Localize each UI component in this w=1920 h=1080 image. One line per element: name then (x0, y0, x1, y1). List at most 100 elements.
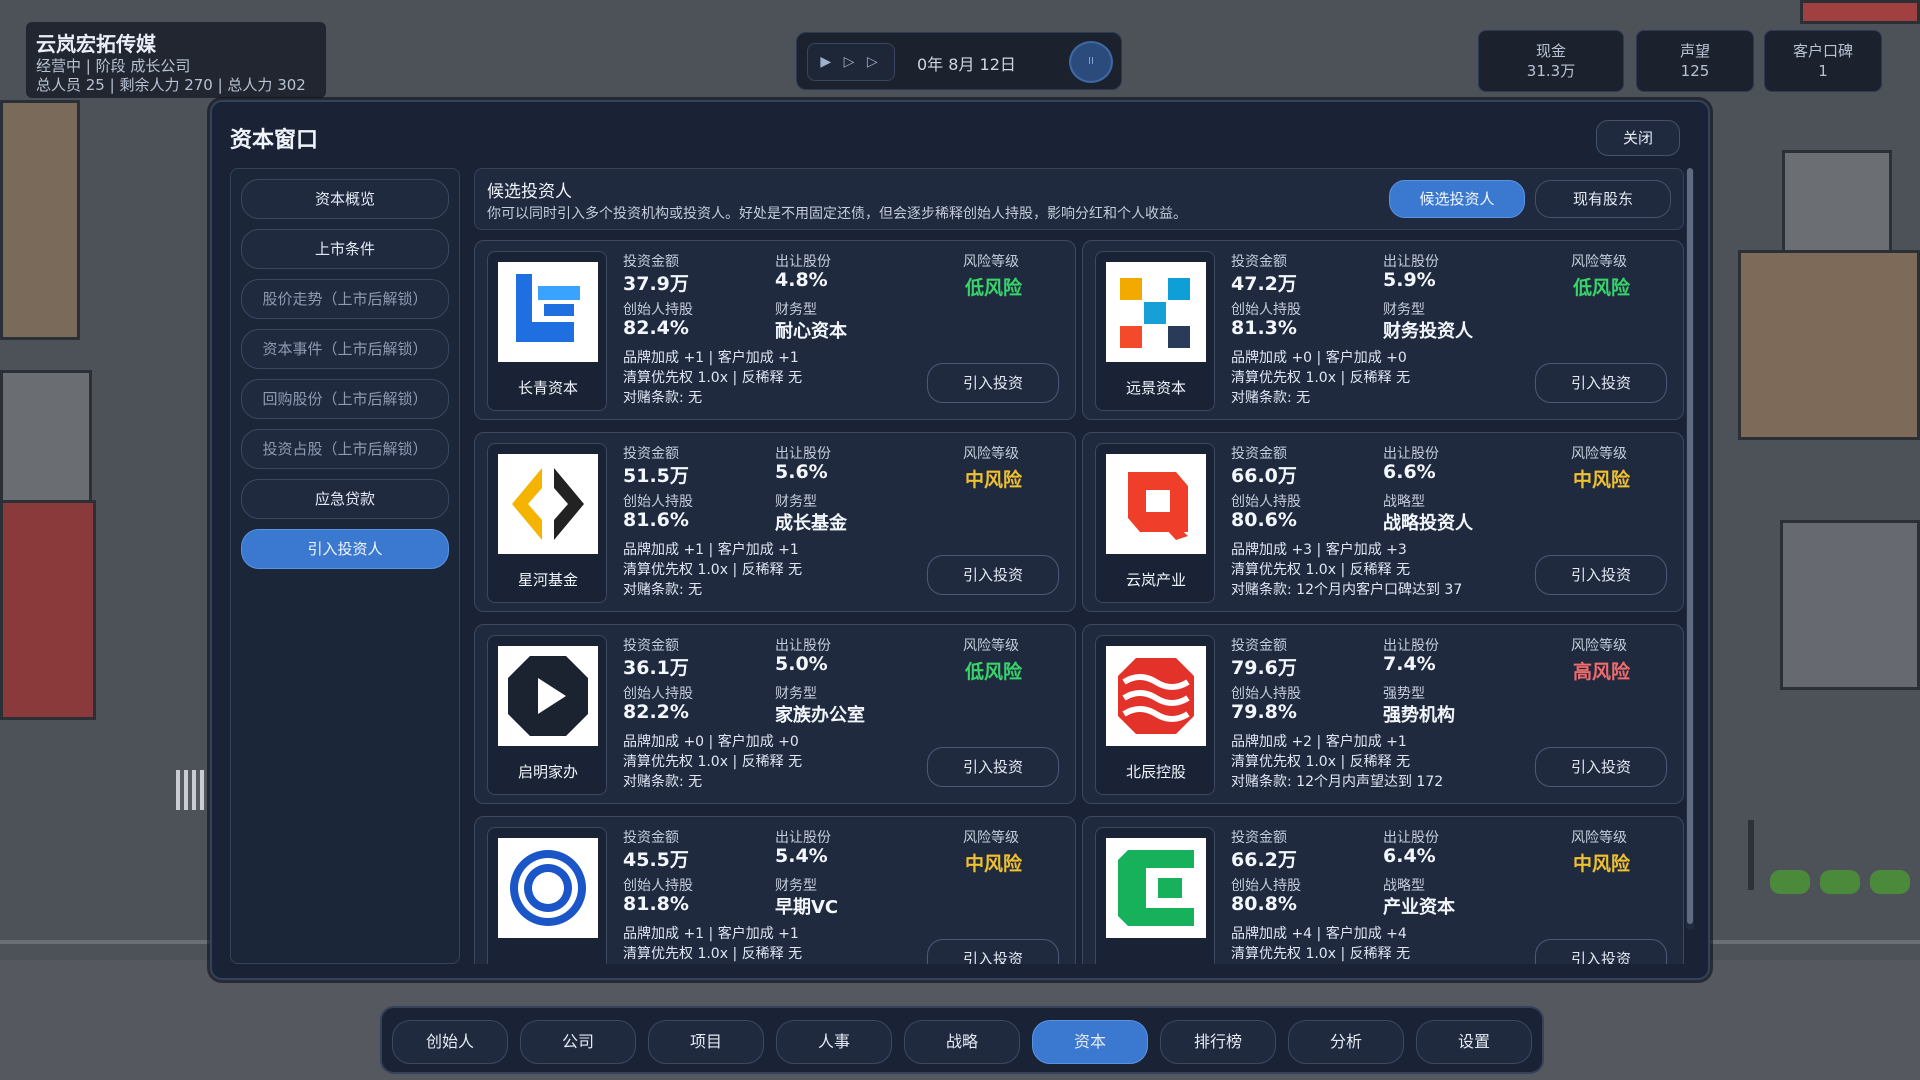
share-value: 6.4% (1383, 845, 1436, 867)
sidebar-item-stock-trend[interactable]: 股价走势（上市后解锁） (241, 279, 449, 319)
cash-value: 31.3万 (1526, 62, 1576, 80)
bonus-line: 品牌加成 +1 | 客户加成 +1 (623, 350, 799, 366)
sidebar-item-equity-investment[interactable]: 投资占股（上市后解锁） (241, 429, 449, 469)
bring-investment-button[interactable]: 引入投资 (1535, 939, 1667, 964)
building-left-3 (0, 500, 96, 720)
risk-badge: 中风险 (965, 853, 1023, 875)
terms-line: 清算优先权 1.0x | 反稀释 无 (1231, 562, 1411, 578)
bush (1870, 870, 1910, 894)
investor-card: 启明家办 投资金额 36.1万 出让股份 5.0% 风险等级 低风险 创始人持股 82.2% 财务… (474, 624, 1076, 804)
sidebar-item-bring-investor[interactable]: 引入投资人 (241, 529, 449, 569)
tab-current-shareholders[interactable]: 现有股东 (1535, 180, 1671, 218)
investor-type-label: 财务型 (775, 302, 817, 318)
risk-badge: 中风险 (1573, 853, 1631, 875)
investor-type-label: 财务型 (775, 494, 817, 510)
investor-name: 北辰控股 (1125, 763, 1186, 781)
share-value: 5.0% (775, 653, 828, 675)
red-square-logo (1106, 454, 1206, 554)
scrollbar-thumb[interactable] (1687, 168, 1693, 924)
sidebar-item-capital-overview[interactable]: 资本概览 (241, 179, 449, 219)
share-label: 出让股份 (1383, 830, 1439, 846)
investment-amount: 51.5万 (623, 465, 689, 487)
bonus-line: 品牌加成 +2 | 客户加成 +1 (1231, 734, 1407, 750)
game-date: 0年 8月 12日 (917, 55, 1016, 74)
founder-label: 创始人持股 (623, 686, 693, 702)
vam-line: 对赌条款: 无 (1231, 390, 1311, 406)
sidebar-item-listing-conditions[interactable]: 上市条件 (241, 229, 449, 269)
nav-analysis[interactable]: 分析 (1288, 1020, 1404, 1064)
share-value: 5.6% (775, 461, 828, 483)
bring-investment-button[interactable]: 引入投资 (1535, 555, 1667, 595)
panel-header: 候选投资人 你可以同时引入多个投资机构或投资人。好处是不用固定还债，但会逐步稀释… (474, 168, 1684, 230)
share-value: 5.4% (775, 845, 828, 867)
nav-strategy[interactable]: 战略 (904, 1020, 1020, 1064)
game-speed-button[interactable]: ▶ ▷ ▷ (807, 43, 895, 81)
reputation-value: 125 (1680, 62, 1710, 80)
bring-investment-button[interactable]: 引入投资 (927, 555, 1059, 595)
pause-button[interactable]: II (1069, 41, 1113, 83)
terms-line: 清算优先权 1.0x | 反稀释 无 (1231, 946, 1411, 962)
investor-type: 产业资本 (1383, 897, 1455, 918)
bring-investment-button[interactable]: 引入投资 (927, 747, 1059, 787)
investor-card: 投资金额 66.2万 出让股份 6.4% 风险等级 中风险 创始人持股 80.8% 战略型 产业资… (1082, 816, 1684, 964)
play-octagon-logo (498, 646, 598, 746)
nav-founder[interactable]: 创始人 (392, 1020, 508, 1064)
red-waves-logo (1106, 646, 1206, 746)
vam-line: 对赌条款: 12个月内声望达到 172 (1231, 774, 1444, 790)
investor-logo-box: 远景资本 (1095, 251, 1215, 411)
building-right-3 (1780, 520, 1920, 690)
building-right-2 (1738, 250, 1920, 440)
risk-label: 风险等级 (1571, 830, 1627, 846)
nav-capital[interactable]: 资本 (1032, 1020, 1148, 1064)
sidebar-item-capital-events[interactable]: 资本事件（上市后解锁） (241, 329, 449, 369)
investor-card: 北辰控股 投资金额 79.6万 出让股份 7.4% 风险等级 高风险 创始人持股 79.8% 强势… (1082, 624, 1684, 804)
risk-badge: 低风险 (965, 277, 1023, 299)
sidebar-item-buyback[interactable]: 回购股份（上市后解锁） (241, 379, 449, 419)
blue-block-logo (498, 262, 598, 362)
nav-settings[interactable]: 设置 (1416, 1020, 1532, 1064)
investor-logo-box (1095, 827, 1215, 964)
yellow-chevron-logo (498, 454, 598, 554)
investor-card: 星河基金 投资金额 51.5万 出让股份 5.6% 风险等级 中风险 创始人持股 81.6% 财务… (474, 432, 1076, 612)
investment-amount: 37.9万 (623, 273, 689, 295)
bring-investment-button[interactable]: 引入投资 (1535, 747, 1667, 787)
building-right-1 (1782, 150, 1892, 260)
capital-window: 资本窗口 关闭 资本概览 上市条件 股价走势（上市后解锁） 资本事件（上市后解锁… (210, 100, 1710, 980)
amount-label: 投资金额 (623, 830, 679, 846)
risk-label: 风险等级 (963, 446, 1019, 462)
risk-label: 风险等级 (963, 254, 1019, 270)
founder-label: 创始人持股 (623, 494, 693, 510)
nav-personnel[interactable]: 人事 (776, 1020, 892, 1064)
sidebar-item-emergency-loan[interactable]: 应急贷款 (241, 479, 449, 519)
bonus-line: 品牌加成 +1 | 客户加成 +1 (623, 926, 799, 942)
bring-investment-button[interactable]: 引入投资 (1535, 363, 1667, 403)
founder-label: 创始人持股 (1231, 494, 1301, 510)
bring-investment-button[interactable]: 引入投资 (927, 363, 1059, 403)
share-label: 出让股份 (775, 638, 831, 654)
investment-amount: 47.2万 (1231, 273, 1297, 295)
amount-label: 投资金额 (623, 254, 679, 270)
content-scrollbar[interactable] (1686, 168, 1694, 930)
panel-description: 你可以同时引入多个投资机构或投资人。好处是不用固定还债，但会逐步稀释创始人持股，… (487, 206, 1187, 222)
crosswalk (176, 770, 206, 810)
vam-line: 对赌条款: 无 (623, 774, 703, 790)
bottom-nav: 创始人 公司 项目 人事 战略 资本 排行榜 分析 设置 (380, 1006, 1544, 1074)
building-top-right (1800, 0, 1920, 24)
nav-company[interactable]: 公司 (520, 1020, 636, 1064)
close-button[interactable]: 关闭 (1596, 120, 1680, 156)
risk-badge: 中风险 (965, 469, 1023, 491)
client-rating-value: 1 (1818, 62, 1828, 80)
company-staff: 总人员 25 | 剩余人力 270 | 总人力 302 (36, 76, 306, 94)
green-c-logo (1106, 838, 1206, 938)
founder-label: 创始人持股 (1231, 686, 1301, 702)
investment-amount: 36.1万 (623, 657, 689, 679)
bush (1770, 870, 1810, 894)
nav-projects[interactable]: 项目 (648, 1020, 764, 1064)
bring-investment-button[interactable]: 引入投资 (927, 939, 1059, 964)
tab-candidate-investors[interactable]: 候选投资人 (1389, 180, 1525, 218)
building-left-1 (0, 100, 80, 340)
nav-leaderboard[interactable]: 排行榜 (1160, 1020, 1276, 1064)
panel-title: 候选投资人 (487, 182, 572, 202)
amount-label: 投资金额 (1231, 446, 1287, 462)
investment-amount: 66.0万 (1231, 465, 1297, 487)
